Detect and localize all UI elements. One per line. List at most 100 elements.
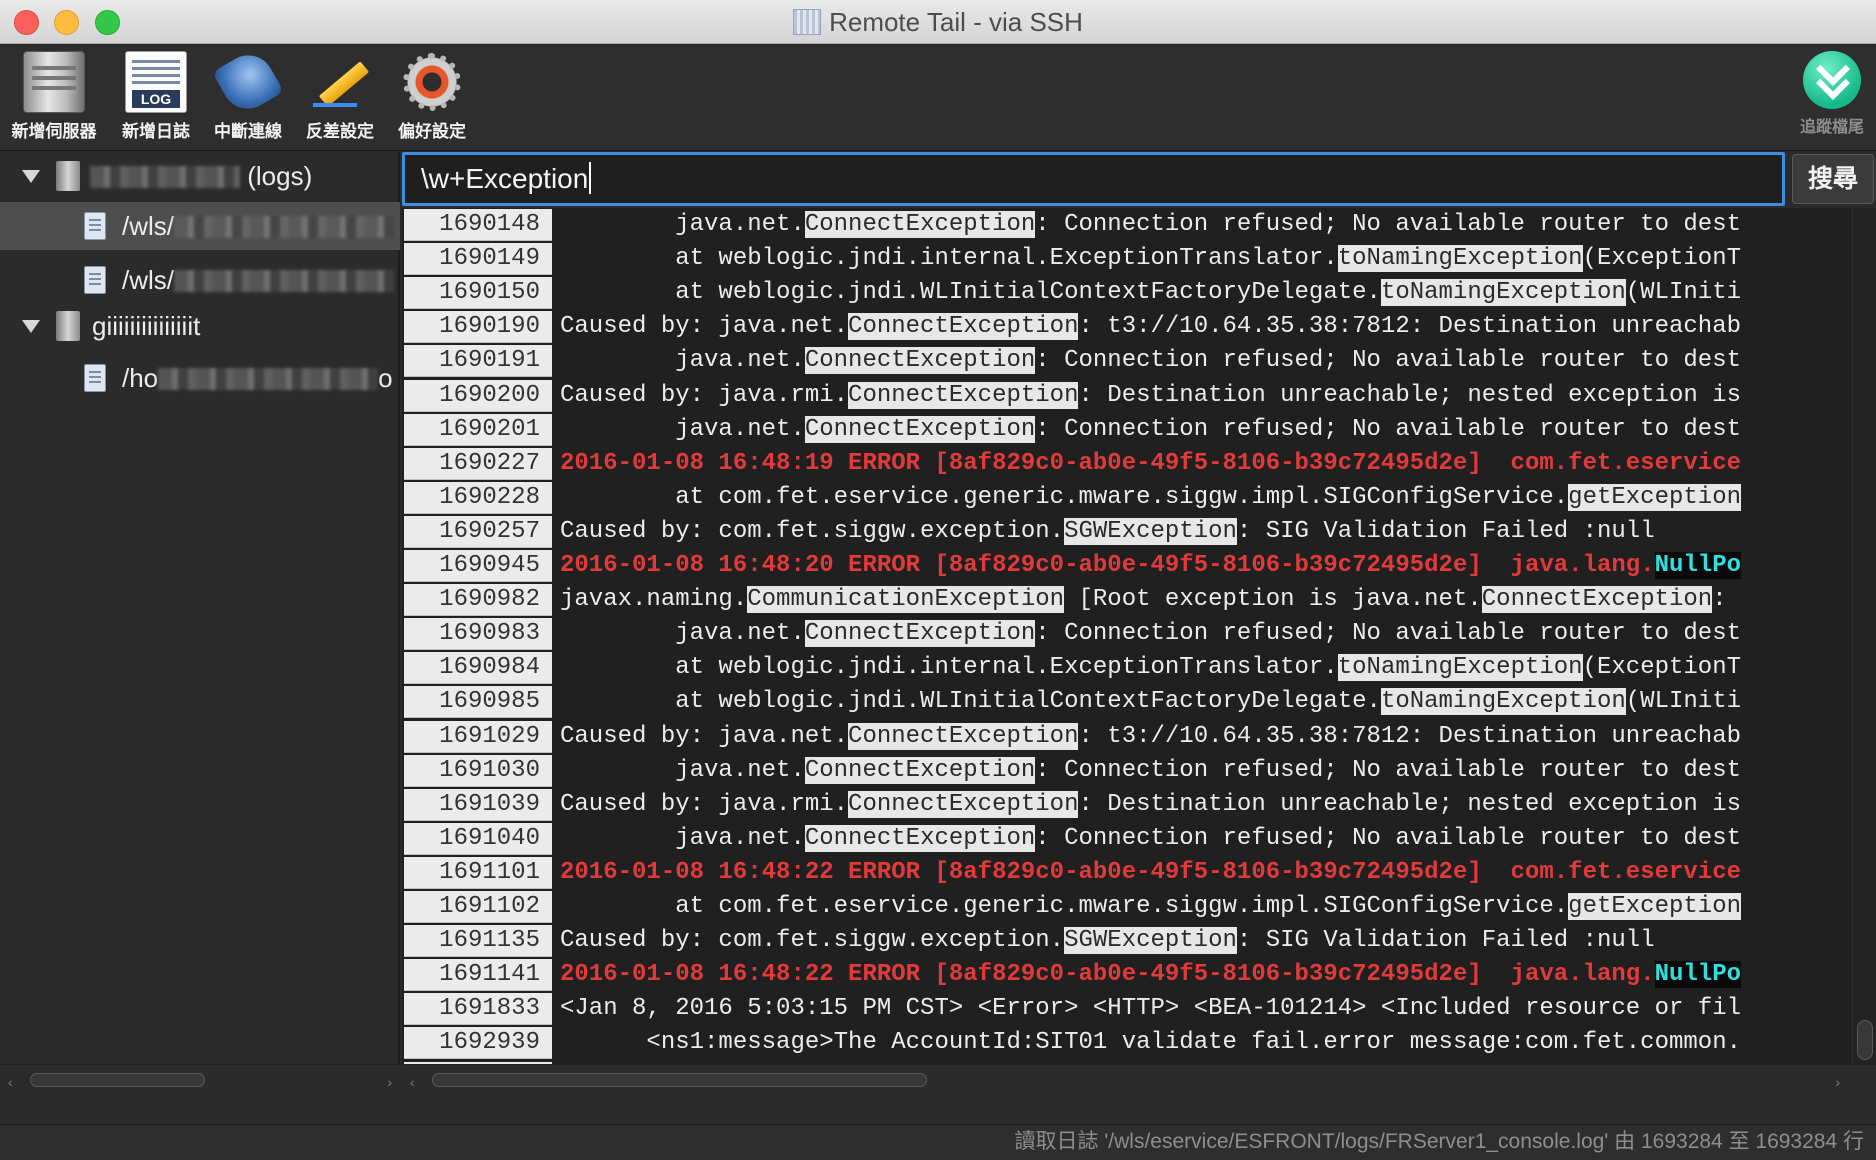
line-number: 1690983: [404, 618, 552, 650]
scroll-left-icon[interactable]: ‹: [410, 1074, 415, 1090]
log-text-segment: java.net.: [560, 347, 805, 374]
log-text-segment: java.net.: [560, 211, 805, 238]
log-line[interactable]: 1690982 javax.naming.CommunicationExcepti…: [402, 583, 1852, 617]
server-icon: [56, 311, 80, 341]
log-line[interactable]: 1690191 java.net.ConnectException: Conne…: [402, 344, 1852, 378]
log-text-segment: at weblogic.jndi.internal.ExceptionTrans…: [560, 654, 1338, 681]
error-log-text: 2016-01-08 16:48:19 ERROR [8af829c0-ab0e…: [560, 448, 1741, 480]
scrollbar-thumb[interactable]: [432, 1073, 927, 1087]
sidebar-horizontal-scrollbar[interactable]: ‹ ›: [0, 1064, 400, 1092]
file-1-label: /wls/: [122, 202, 394, 250]
preferences-button[interactable]: 偏好設定: [384, 51, 480, 147]
log-line[interactable]: 1690257 Caused by: com.fet.siggw.exceptio…: [402, 515, 1852, 549]
log-line[interactable]: 1690945 2016-01-08 16:48:20 ERROR [8af829…: [402, 549, 1852, 583]
add-log-button[interactable]: LOG 新增日誌: [108, 51, 204, 147]
window-title-wrap: Remote Tail - via SSH: [0, 7, 1876, 38]
app-window: Remote Tail - via SSH 新增伺服器 LOG 新增日誌 中斷連…: [0, 0, 1876, 1160]
search-match-highlight: getException: [1568, 893, 1741, 920]
log-line[interactable]: 1691039 Caused by: java.rmi.ConnectExcept…: [402, 788, 1852, 822]
log-line[interactable]: 1690984 at weblogic.jndi.internal.Except…: [402, 651, 1852, 685]
log-line[interactable]: 1690200 Caused by: java.rmi.ConnectExcept…: [402, 379, 1852, 413]
log-text: at weblogic.jndi.WLInitialContextFactory…: [560, 277, 1741, 309]
log-line[interactable]: 1691102 at com.fet.eservice.generic.mwar…: [402, 890, 1852, 924]
log-text-segment: (ExceptionT: [1582, 654, 1742, 681]
scrollbar-thumb[interactable]: [30, 1073, 205, 1087]
add-server-button[interactable]: 新增伺服器: [6, 51, 102, 147]
search-input[interactable]: \w+Exception: [402, 152, 1785, 206]
line-number: 1690982: [404, 584, 552, 616]
log-line[interactable]: 1691833 <Jan 8, 2016 5:03:15 PM CST> <Err…: [402, 992, 1852, 1026]
search-match-highlight: toNamingException: [1380, 279, 1626, 306]
disclosure-triangle-icon[interactable]: [22, 170, 40, 183]
redacted-path: [174, 270, 394, 292]
log-text-segment: 2016-01-08 16:48:19 ERROR [8af829c0-ab0e…: [560, 450, 1741, 477]
log-text: java.net.ConnectException: Connection re…: [560, 823, 1741, 855]
log-line[interactable]: 1690227 2016-01-08 16:48:19 ERROR [8af829…: [402, 447, 1852, 481]
log-line[interactable]: 1691030 java.net.ConnectException: Conne…: [402, 754, 1852, 788]
log-line[interactable]: 1690985 at weblogic.jndi.WLInitialContex…: [402, 685, 1852, 719]
tree-server-1[interactable]: (logs): [0, 152, 400, 200]
search-match-highlight: ConnectException: [848, 382, 1079, 409]
search-match-highlight: toNamingException: [1337, 245, 1583, 272]
log-line[interactable]: 1692939 <ns1:message>The AccountId:SIT01…: [402, 1026, 1852, 1060]
scroll-right-icon[interactable]: ›: [1835, 1074, 1840, 1090]
log-horizontal-scrollbar[interactable]: ‹ ›: [402, 1064, 1876, 1092]
log-text-segment: : Connection refused; No available route…: [1035, 211, 1741, 238]
tree-file-2[interactable]: /wls/: [0, 256, 400, 304]
log-text: java.net.ConnectException: Connection re…: [560, 618, 1741, 650]
log-text: at weblogic.jndi.WLInitialContextFactory…: [560, 686, 1741, 718]
search-match-highlight: NullPo: [1654, 961, 1741, 988]
log-text-segment: <ns1:message>The AccountId:SIT01 validat…: [560, 1029, 1741, 1056]
log-vertical-scrollbar[interactable]: [1852, 208, 1876, 1064]
log-text-segment: at com.fet.eservice.generic.mware.siggw.…: [560, 484, 1569, 511]
scroll-left-icon[interactable]: ‹: [8, 1074, 13, 1090]
log-line[interactable]: 1690190 Caused by: java.net.ConnectExcept…: [402, 310, 1852, 344]
log-line[interactable]: 1690201 java.net.ConnectException: Conne…: [402, 413, 1852, 447]
log-text-segment: Caused by: java.net.: [560, 723, 849, 750]
tree-server-2[interactable]: giiiiiiiiiiiiiiit: [0, 302, 400, 350]
disconnect-button[interactable]: 中斷連線: [200, 46, 296, 147]
log-line[interactable]: 1691029 Caused by: java.net.ConnectExcept…: [402, 720, 1852, 754]
line-number: 1690190: [404, 311, 552, 343]
line-number: 1690200: [404, 380, 552, 412]
log-line[interactable]: 1691040 java.net.ConnectException: Conne…: [402, 822, 1852, 856]
add-log-label: 新增日誌: [122, 122, 190, 141]
log-line[interactable]: 1690150 at weblogic.jndi.WLInitialContex…: [402, 276, 1852, 310]
tree-file-1[interactable]: /wls/: [0, 202, 400, 250]
line-number: 1690191: [404, 345, 552, 377]
log-text-segment: : SIG Validation Failed :null: [1236, 518, 1655, 545]
log-line[interactable]: 1690148 java.net.ConnectException: Conne…: [402, 208, 1852, 242]
search-query: \w+Exception: [421, 163, 589, 194]
log-text-segment: :: [1712, 586, 1727, 613]
line-number: 1691141: [404, 959, 552, 991]
scrollbar-thumb[interactable]: [1857, 1020, 1873, 1060]
line-number: 1690945: [404, 550, 552, 582]
log-line[interactable]: 1691135 Caused by: com.fet.siggw.exceptio…: [402, 924, 1852, 958]
log-line[interactable]: 1690228 at com.fet.eservice.generic.mwar…: [402, 481, 1852, 515]
search-match-highlight: SGWException: [1064, 518, 1237, 545]
log-line[interactable]: 1690983 java.net.ConnectException: Conne…: [402, 617, 1852, 651]
search-match-highlight: CommunicationException: [747, 586, 1065, 613]
log-text: java.net.ConnectException: Connection re…: [560, 209, 1741, 241]
file-2-label: /wls/: [122, 256, 394, 304]
log-text-segment: : Connection refused; No available route…: [1035, 757, 1741, 784]
log-text-segment: at weblogic.jndi.WLInitialContextFactory…: [560, 279, 1381, 306]
log-view[interactable]: 1690148 java.net.ConnectException: Conne…: [402, 208, 1876, 1092]
line-number: 1691039: [404, 789, 552, 821]
log-line[interactable]: 1691101 2016-01-08 16:48:22 ERROR [8af829…: [402, 856, 1852, 890]
tree-file-3[interactable]: /ho o: [0, 354, 400, 402]
log-text: java.net.ConnectException: Connection re…: [560, 414, 1741, 446]
log-text-segment: : Connection refused; No available route…: [1035, 825, 1741, 852]
search-button[interactable]: 搜尋: [1792, 154, 1874, 204]
log-text-segment: [Root exception is java.net.: [1064, 586, 1482, 613]
log-text: java.net.ConnectException: Connection re…: [560, 345, 1741, 377]
scroll-right-icon[interactable]: ›: [387, 1074, 392, 1090]
log-text: Caused by: java.net.ConnectException: t3…: [560, 311, 1741, 343]
search-match-highlight: ConnectException: [804, 620, 1036, 647]
log-line[interactable]: 1690149 at weblogic.jndi.internal.Except…: [402, 242, 1852, 276]
disclosure-triangle-icon[interactable]: [22, 320, 40, 333]
highlight-settings-button[interactable]: 反差設定: [292, 51, 388, 147]
log-line[interactable]: 1691141 2016-01-08 16:48:22 ERROR [8af829…: [402, 958, 1852, 992]
tail-file-button[interactable]: 追蹤檔尾: [1796, 51, 1868, 147]
log-text: javax.naming.CommunicationException [Roo…: [560, 584, 1727, 616]
